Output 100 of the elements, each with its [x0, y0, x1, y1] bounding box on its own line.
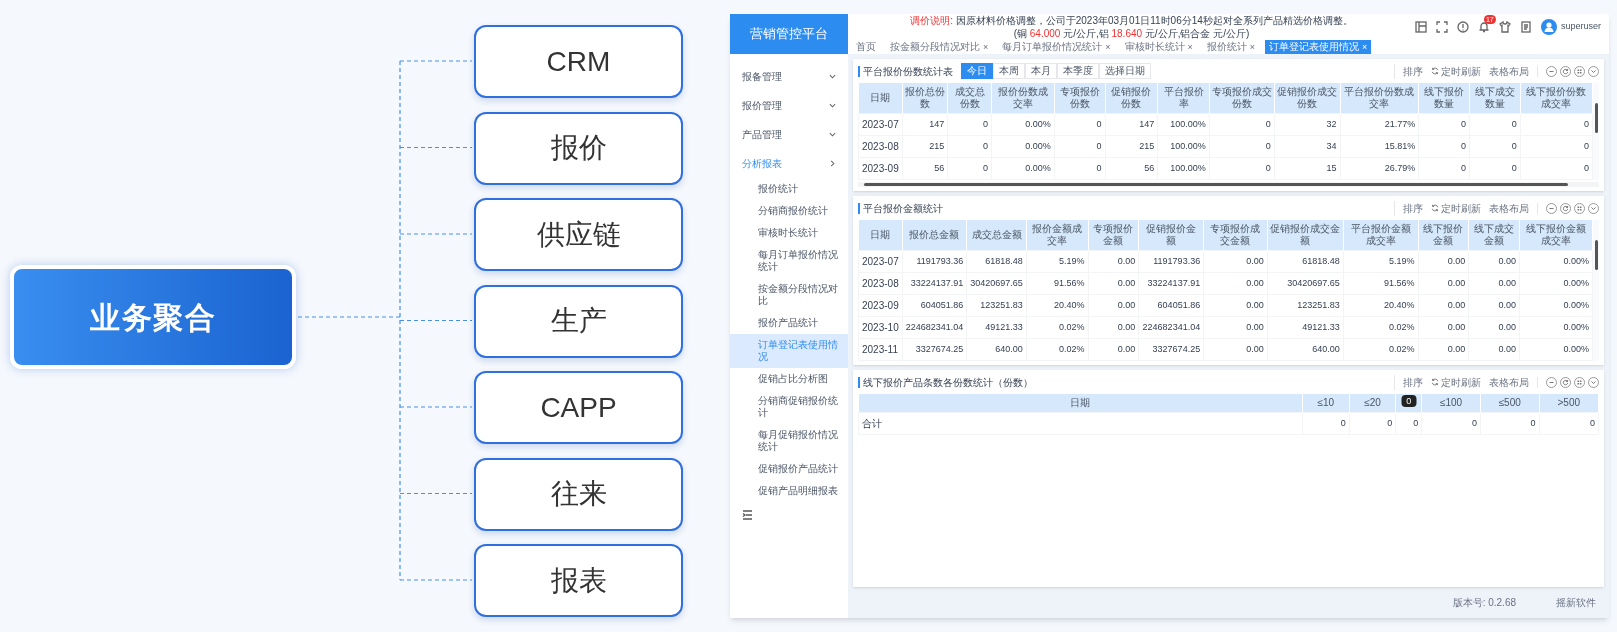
column-header[interactable]: 平台报价金额成交率	[1343, 220, 1419, 251]
minus-circle-icon[interactable]	[1546, 65, 1557, 77]
column-header[interactable]: 专项报价成交金额	[1203, 220, 1268, 251]
table-cell: 0	[947, 113, 992, 136]
refresh-icon[interactable]	[1560, 376, 1571, 388]
info-icon[interactable]	[1456, 21, 1469, 33]
column-header[interactable]: 线下报价份数成交率	[1520, 83, 1593, 114]
column-header[interactable]: 报价总份数	[902, 83, 948, 114]
page-tab[interactable]: 按金额分段情况对比 ×	[886, 40, 993, 54]
grid-icon[interactable]	[1574, 202, 1585, 214]
column-header[interactable]: 日期	[858, 394, 1303, 413]
date-range-tab[interactable]: 今日	[961, 63, 993, 79]
column-header[interactable]: 日期	[858, 83, 903, 114]
date-range-tab[interactable]: 本月	[1025, 63, 1057, 79]
column-header[interactable]: >500	[1539, 394, 1599, 413]
toolbar-button[interactable]: 表格布局	[1489, 63, 1529, 79]
close-icon[interactable]: ×	[983, 42, 989, 52]
column-header[interactable]: 日期	[858, 220, 903, 251]
column-header[interactable]: 专项报价成交份数	[1209, 83, 1275, 114]
sidebar-menu-item[interactable]: 分析报表	[730, 149, 848, 178]
column-header[interactable]: ≤20	[1349, 394, 1396, 413]
close-icon[interactable]: ×	[1249, 42, 1256, 52]
toolbar-button[interactable]: 表格布局	[1489, 374, 1529, 390]
sidebar-submenu-item[interactable]: 分销商报价统计	[730, 200, 848, 222]
column-header[interactable]: 专项报价金额	[1088, 220, 1139, 251]
column-header[interactable]: 线下成交数量	[1469, 83, 1521, 114]
column-header[interactable]: ≤100	[1421, 394, 1481, 413]
minus-circle-icon[interactable]	[1546, 376, 1557, 388]
column-header[interactable]: 线下报价金额成交率	[1519, 220, 1593, 251]
user-name[interactable]: superuser	[1560, 20, 1601, 34]
column-header[interactable]: 促销报价金额	[1138, 220, 1204, 251]
sidebar-submenu-item[interactable]: 报价产品统计	[730, 312, 848, 334]
grid-icon[interactable]	[1574, 65, 1585, 77]
column-header[interactable]: ≤500	[1480, 394, 1540, 413]
column-header[interactable]: 促销报价成交金额	[1267, 220, 1344, 251]
chevron-down-icon[interactable]	[1588, 376, 1599, 388]
table-cell: 100.00%	[1157, 157, 1210, 180]
horizontal-scrollbar[interactable]	[858, 182, 1599, 187]
sidebar-submenu-item[interactable]: 促销报价产品统计	[730, 458, 848, 480]
column-header[interactable]: 线下报价金额	[1418, 220, 1469, 251]
page-tab[interactable]: 每月订单报价情况统计 ×	[998, 40, 1115, 54]
column-header[interactable]: 成交总金额	[966, 220, 1027, 251]
toolbar-button[interactable]: 定时刷新	[1431, 200, 1481, 216]
sidebar-submenu-item[interactable]: 每月促销报价情况统计	[730, 424, 848, 458]
column-header[interactable]: 促销报价份数	[1105, 83, 1158, 114]
fullscreen-icon[interactable]	[1435, 21, 1448, 33]
toolbar-button[interactable]: 排序	[1403, 374, 1423, 390]
column-header[interactable]: 报价金额成交率	[1026, 220, 1089, 251]
shirt-icon[interactable]	[1498, 21, 1511, 33]
close-icon[interactable]: ×	[1105, 42, 1111, 52]
date-range-tab[interactable]: 本季度	[1057, 63, 1099, 79]
page-tab[interactable]: 报价统计 ×	[1202, 40, 1260, 54]
vertical-scrollbar[interactable]	[1593, 220, 1599, 361]
toolbar-button[interactable]: 排序	[1403, 63, 1423, 79]
column-header[interactable]: 专项报价份数	[1054, 83, 1106, 114]
sidebar-menu-item[interactable]: 报备管理	[730, 62, 848, 91]
toolbar-button[interactable]: 定时刷新	[1431, 374, 1481, 390]
close-icon[interactable]: ×	[1362, 42, 1368, 52]
vertical-scrollbar[interactable]	[1593, 83, 1599, 180]
avatar-icon[interactable]	[1540, 19, 1557, 35]
collapse-menu-icon[interactable]	[742, 510, 753, 520]
sidebar-submenu-item[interactable]: 分销商促销报价统计	[730, 390, 848, 424]
column-header[interactable]: 平台报价份数成交率	[1340, 83, 1419, 114]
grid-icon[interactable]	[1574, 376, 1585, 388]
column-header[interactable]: 线下成交金额	[1468, 220, 1520, 251]
sidebar-menu-item[interactable]: 产品管理	[730, 120, 848, 149]
table-cell: 0.02%	[1343, 316, 1419, 339]
page-tab[interactable]: 订单登记表使用情况 ×	[1265, 40, 1372, 54]
refresh-icon[interactable]	[1560, 65, 1571, 77]
layout-icon[interactable]	[1414, 21, 1427, 33]
refresh-icon[interactable]	[1560, 202, 1571, 214]
sidebar-submenu-item[interactable]: 促销产品明细报表	[730, 480, 848, 502]
column-header[interactable]: 成交总份数	[947, 83, 992, 114]
chevron-down-icon[interactable]	[1588, 202, 1599, 214]
column-header[interactable]: 报价总金额	[902, 220, 967, 251]
toolbar-button[interactable]: 排序	[1403, 200, 1423, 216]
page-tab[interactable]: 审核时长统计 ×	[1120, 40, 1197, 54]
chevron-down-icon[interactable]	[1588, 65, 1599, 77]
sidebar-menu-item[interactable]: 报价管理	[730, 91, 848, 120]
sidebar-submenu-item[interactable]: 按金额分段情况对比	[730, 278, 848, 312]
sidebar-submenu-item[interactable]: 每月订单报价情况统计	[730, 244, 848, 278]
table-cell: 0	[947, 135, 992, 158]
column-header[interactable]: 报价份数成交率	[991, 83, 1055, 114]
toolbar-button[interactable]: 定时刷新	[1431, 63, 1481, 79]
date-range-tab[interactable]: 本周	[993, 63, 1025, 79]
bell-icon[interactable]	[1477, 21, 1490, 33]
document-icon[interactable]	[1519, 21, 1532, 33]
sidebar-submenu-item[interactable]: 促销占比分析图	[730, 368, 848, 390]
date-range-tab[interactable]: 选择日期	[1099, 63, 1151, 79]
column-header[interactable]: ≤10	[1302, 394, 1350, 413]
column-header[interactable]: 线下报价数量	[1418, 83, 1470, 114]
table-cell: 34	[1274, 135, 1340, 158]
column-header[interactable]: 平台报价率	[1157, 83, 1210, 114]
sidebar-submenu-item[interactable]: 报价统计	[730, 178, 848, 200]
close-icon[interactable]: ×	[1187, 42, 1193, 52]
minus-circle-icon[interactable]	[1546, 202, 1557, 214]
column-header[interactable]: 促销报价成交份数	[1274, 83, 1340, 114]
toolbar-button[interactable]: 表格布局	[1489, 200, 1529, 216]
sidebar-submenu-item[interactable]: 审核时长统计	[730, 222, 848, 244]
page-tab[interactable]: 首页	[852, 40, 880, 54]
